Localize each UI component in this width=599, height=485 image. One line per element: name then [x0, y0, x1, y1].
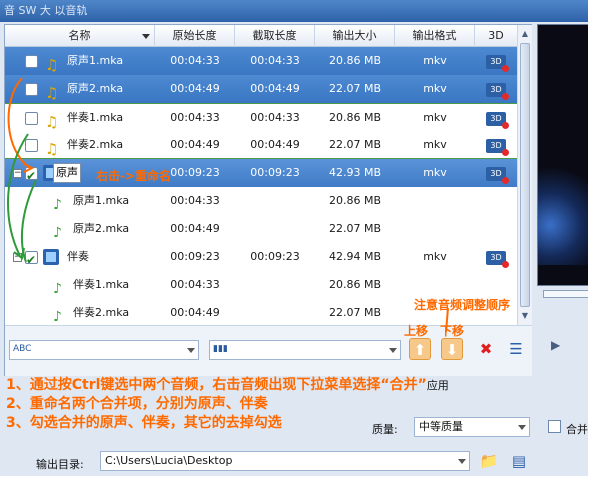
- annotation-arrows: [7, 77, 449, 333]
- torn-edge: [0, 476, 599, 485]
- app-window: 音 SW 大 以音轨 名称 原始长度 截取长度 输出大小 输出格式 3D ♫ 原…: [0, 0, 599, 485]
- orange-arrow: [445, 307, 449, 333]
- green-arrow: [7, 133, 29, 257]
- arrow-head-icon: [23, 163, 35, 173]
- torn-edge: [588, 0, 599, 485]
- orange-arrow: [7, 77, 31, 169]
